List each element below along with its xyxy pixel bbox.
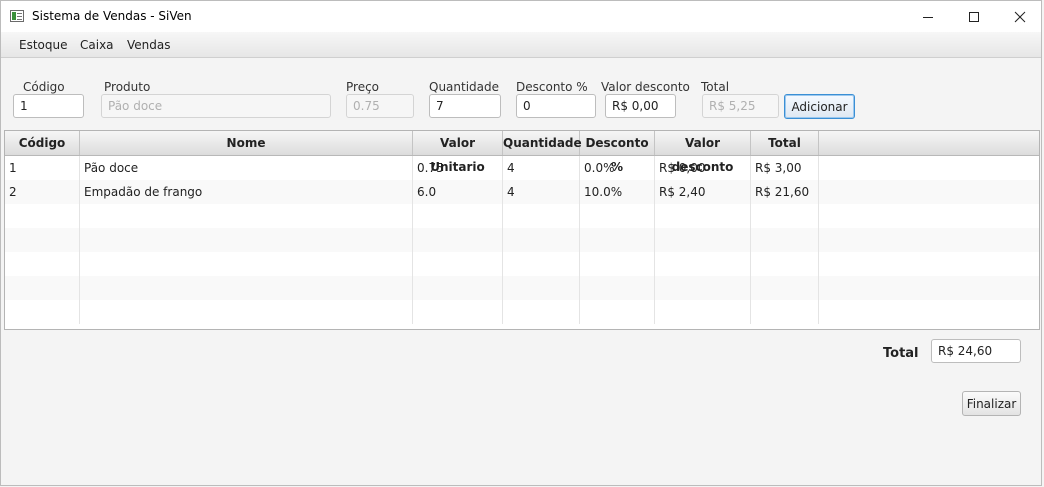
empty-cell [503, 252, 580, 276]
empty-cell [751, 252, 819, 276]
empty-cell [503, 276, 580, 300]
table-row[interactable]: 1 Pão doce 0.75 4 0.0% R$ 0,00 R$ 3,00 [5, 156, 1039, 180]
empty-cell [655, 276, 751, 300]
maximize-icon [969, 11, 979, 22]
empty-cell [751, 204, 819, 228]
cell-valor-unitario: 6.0 [413, 180, 503, 204]
column-header-codigo[interactable]: Código [5, 131, 80, 155]
produto-field: Pão doce [101, 94, 331, 118]
maximize-button[interactable] [951, 1, 997, 32]
empty-cell [655, 204, 751, 228]
adicionar-button[interactable]: Adicionar [784, 94, 855, 119]
quantidade-label: Quantidade [429, 80, 500, 94]
window-title: Sistema de Vendas - SiVen [32, 9, 192, 23]
close-button[interactable] [997, 1, 1043, 32]
cell-quantidade: 4 [503, 180, 580, 204]
menu-caixa[interactable]: Caixa [80, 38, 114, 52]
app-icon [10, 10, 24, 22]
empty-cell [5, 228, 80, 252]
codigo-input[interactable]: 1 [13, 94, 84, 118]
column-header-desconto[interactable]: Desconto % [580, 131, 655, 174]
column-header-nome[interactable]: Nome [80, 131, 413, 155]
app-window: Sistema de Vendas - SiVen Estoque Caixa … [0, 0, 1042, 486]
column-header-quantidade[interactable]: Quantidade [503, 131, 582, 155]
close-icon [1014, 11, 1026, 22]
column-header-total[interactable]: Total [751, 131, 819, 155]
valor-desconto-label: Valor desconto [601, 80, 690, 94]
empty-cell [580, 276, 655, 300]
cell-valor-desconto: R$ 2,40 [655, 180, 751, 204]
title-bar[interactable]: Sistema de Vendas - SiVen [1, 1, 1041, 32]
cell-codigo: 2 [5, 180, 80, 204]
empty-cell [5, 276, 80, 300]
empty-row [5, 276, 1039, 300]
total-field: R$ 5,25 [702, 94, 779, 118]
finalizar-button[interactable]: Finalizar [962, 391, 1021, 416]
valor-desconto-input[interactable]: R$ 0,00 [605, 94, 676, 118]
empty-cell [5, 300, 80, 324]
cell-nome: Pão doce [80, 156, 413, 180]
empty-row [5, 252, 1039, 276]
produto-label: Produto [104, 80, 151, 94]
empty-cell [413, 276, 503, 300]
cell-total: R$ 3,00 [751, 156, 819, 180]
empty-cell [80, 228, 413, 252]
empty-cell [751, 300, 819, 324]
empty-cell [655, 228, 751, 252]
empty-cell [503, 228, 580, 252]
menu-bar: Estoque Caixa Vendas [1, 32, 1041, 58]
empty-cell [503, 204, 580, 228]
minimize-icon [923, 16, 933, 18]
total-label: Total [883, 346, 919, 361]
table-header: Código Nome Valor Unitario Quantidade De… [5, 131, 1039, 174]
column-header-valor-unitario[interactable]: Valor Unitario [413, 131, 503, 174]
empty-cell [413, 252, 503, 276]
empty-cell [80, 252, 413, 276]
cell-valor-desconto: R$ 0,00 [655, 156, 751, 180]
empty-cell [580, 300, 655, 324]
empty-cell [751, 276, 819, 300]
empty-cell [80, 204, 413, 228]
desconto-input[interactable]: 0 [516, 94, 596, 118]
empty-cell [751, 228, 819, 252]
empty-cell [580, 252, 655, 276]
cell-codigo: 1 [5, 156, 80, 180]
empty-cell [5, 204, 80, 228]
empty-cell [413, 228, 503, 252]
empty-row [5, 204, 1039, 228]
cell-valor-unitario: 0.75 [413, 156, 503, 180]
preco-label: Preço [346, 80, 380, 94]
cell-desconto: 0.0% [580, 156, 655, 180]
empty-cell [5, 252, 80, 276]
empty-cell [655, 252, 751, 276]
empty-row [5, 228, 1039, 252]
empty-cell [80, 300, 413, 324]
empty-cell [80, 276, 413, 300]
empty-cell [503, 300, 580, 324]
empty-cell [580, 228, 655, 252]
total-field-label: Total [701, 80, 730, 94]
minimize-button[interactable] [905, 1, 951, 32]
empty-cell [655, 300, 751, 324]
preco-field: 0.75 [346, 94, 414, 118]
cell-total: R$ 21,60 [751, 180, 819, 204]
items-table[interactable]: Código Nome Valor Unitario Quantidade De… [4, 130, 1040, 330]
empty-row [5, 300, 1039, 324]
desconto-label: Desconto % [516, 80, 588, 94]
quantidade-input[interactable]: 7 [429, 94, 501, 118]
cell-desconto: 10.0% [580, 180, 655, 204]
empty-cell [413, 300, 503, 324]
table-row[interactable]: 2 Empadão de frango 6.0 4 10.0% R$ 2,40 … [5, 180, 1039, 204]
empty-cell [413, 204, 503, 228]
empty-cell [580, 204, 655, 228]
cell-nome: Empadão de frango [80, 180, 413, 204]
menu-vendas[interactable]: Vendas [127, 38, 171, 52]
cell-quantidade: 4 [503, 156, 580, 180]
column-header-valor-desconto[interactable]: Valor desconto [655, 131, 751, 174]
menu-estoque[interactable]: Estoque [19, 38, 68, 52]
codigo-label: Código [23, 80, 65, 94]
total-value-field[interactable]: R$ 24,60 [931, 339, 1021, 363]
